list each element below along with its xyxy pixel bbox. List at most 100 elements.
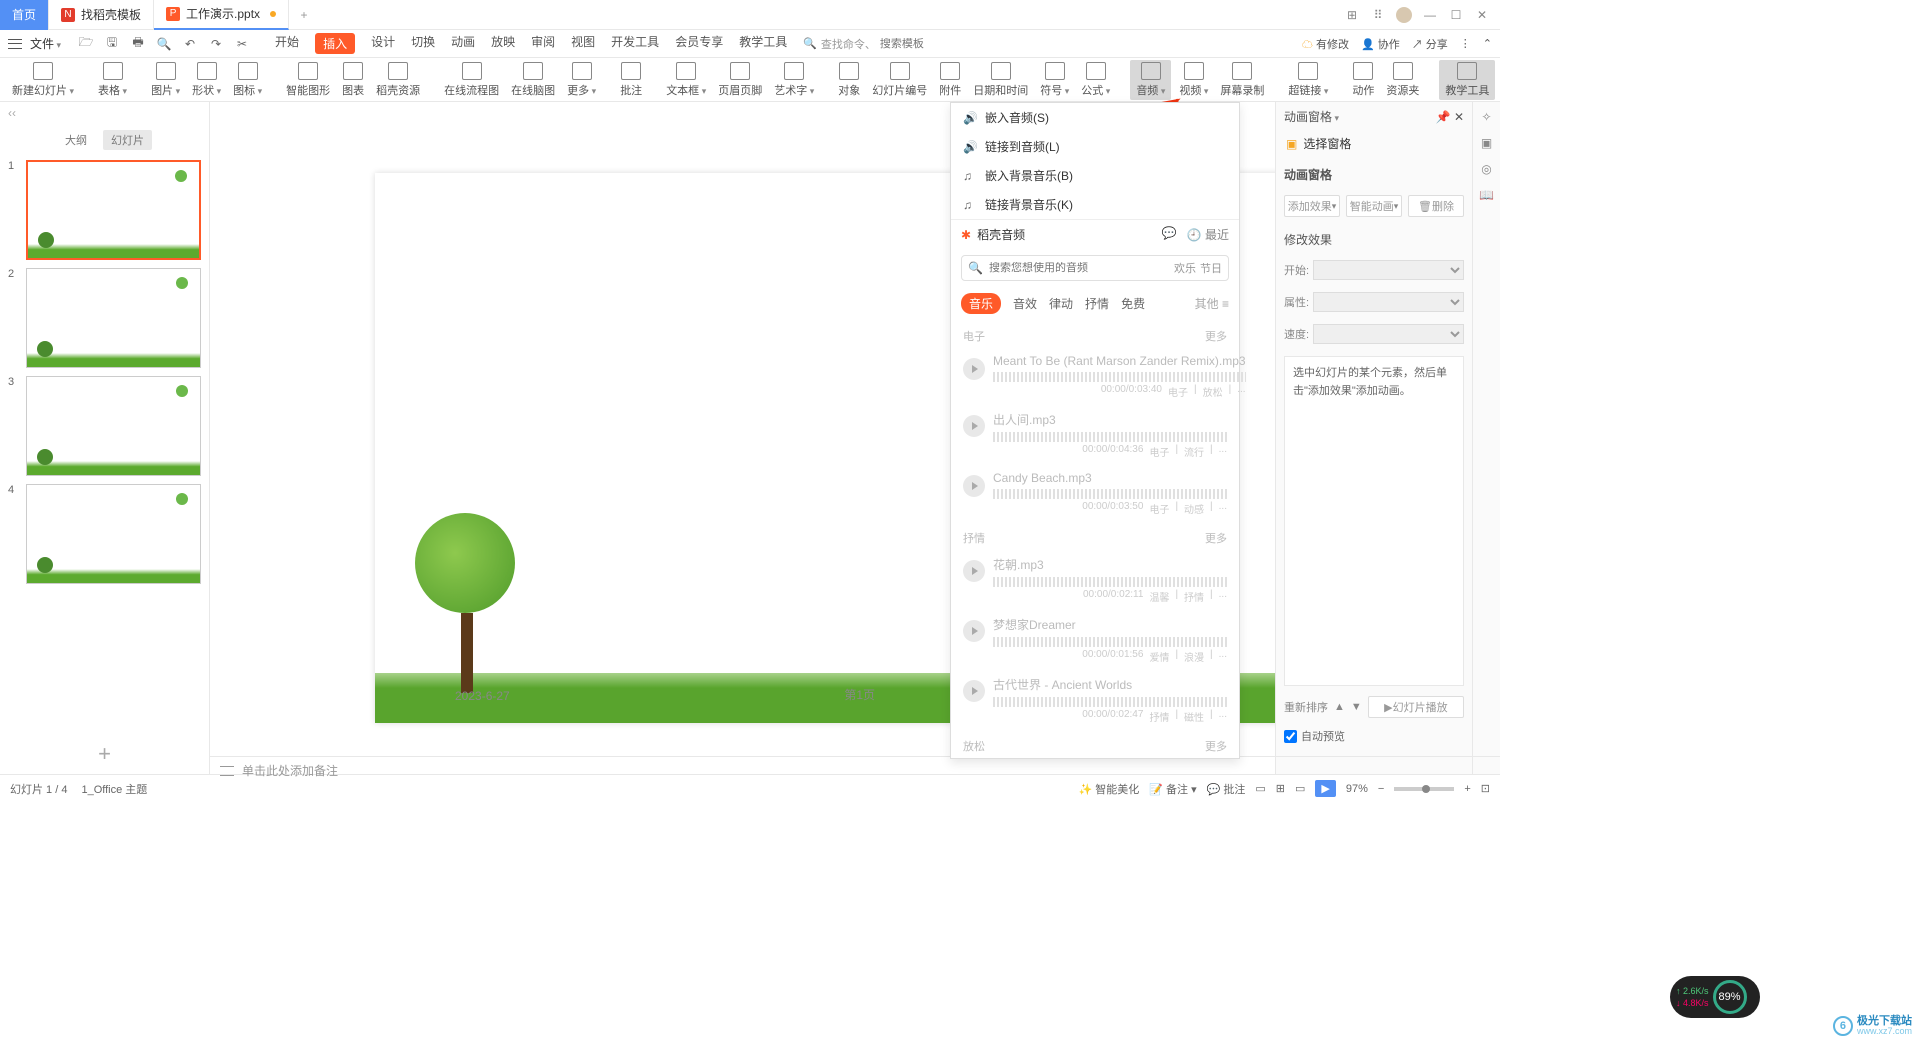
audio-cat-律动[interactable]: 律动	[1049, 295, 1073, 312]
ribbon-图片[interactable]: 图片	[147, 62, 184, 98]
layout-icon[interactable]: ⊞	[1344, 7, 1360, 23]
new-tab-button[interactable]: +	[289, 8, 319, 22]
outline-tab[interactable]: 大纲	[57, 130, 95, 150]
ribbon-文本框[interactable]: 文本框	[662, 62, 710, 98]
expand-icon[interactable]: ⌃	[1483, 37, 1492, 50]
main-tab-4[interactable]: 动画	[451, 33, 475, 54]
play-icon[interactable]	[963, 680, 985, 702]
embed-bgm-item[interactable]: ♫嵌入背景音乐(B)	[951, 161, 1239, 190]
tool-star-icon[interactable]: ✧	[1481, 110, 1491, 124]
main-tab-7[interactable]: 视图	[571, 33, 595, 54]
coop-button[interactable]: 👤 协作	[1361, 36, 1400, 52]
play-icon[interactable]	[963, 560, 985, 582]
audio-track[interactable]: 出人间.mp300:00/0:04:36电子|流行|...	[951, 405, 1239, 465]
ribbon-新建幻灯片[interactable]: 新建幻灯片	[8, 62, 78, 98]
ribbon-视频[interactable]: 视频	[1175, 62, 1212, 98]
file-menu[interactable]: 文件	[30, 35, 61, 52]
ribbon-屏幕录制[interactable]: 屏幕录制	[1216, 62, 1268, 98]
ribbon-在线流程图[interactable]: 在线流程图	[440, 62, 503, 98]
play-icon[interactable]	[963, 475, 985, 497]
play-icon[interactable]	[963, 620, 985, 642]
more-link[interactable]: 更多	[1205, 530, 1227, 546]
main-tab-5[interactable]: 放映	[491, 33, 515, 54]
audio-cat-other[interactable]: 其他 ≡	[1195, 295, 1229, 312]
audio-cat-免费[interactable]: 免费	[1121, 295, 1145, 312]
avatar-icon[interactable]	[1396, 7, 1412, 23]
audio-track[interactable]: 梦想家Dreamer00:00/0:01:56爱情|浪漫|...	[951, 610, 1239, 670]
main-tab-2[interactable]: 设计	[371, 33, 395, 54]
ribbon-图标[interactable]: 图标	[229, 62, 266, 98]
network-widget[interactable]: ↑ 2.6K/s ↓ 4.8K/s 89%	[1670, 976, 1760, 1018]
template-tab[interactable]: N 找稻壳模板	[49, 0, 154, 30]
ribbon-幻灯片编号[interactable]: 幻灯片编号	[868, 62, 931, 98]
preview-icon[interactable]: 🔍	[155, 35, 173, 53]
link-audio-item[interactable]: 🔊链接到音频(L)	[951, 132, 1239, 161]
delete-button[interactable]: 🗑 删除	[1408, 195, 1464, 217]
more-link[interactable]: 更多	[1205, 738, 1227, 754]
main-tab-6[interactable]: 审阅	[531, 33, 555, 54]
play-icon[interactable]	[963, 415, 985, 437]
audio-cat-抒情[interactable]: 抒情	[1085, 295, 1109, 312]
audio-search-input[interactable]	[989, 262, 1168, 274]
hamburger-icon[interactable]	[8, 39, 22, 49]
play-icon[interactable]	[963, 358, 985, 380]
ribbon-艺术字[interactable]: 艺术字	[770, 62, 818, 98]
collapse-icon[interactable]: ‹‹	[0, 102, 209, 124]
recent-button[interactable]: 🕘 最近	[1187, 226, 1229, 243]
add-slide-button[interactable]: +	[0, 734, 209, 774]
auto-preview-checkbox[interactable]: 自动预览	[1284, 728, 1464, 744]
audio-track[interactable]: Meant To Be (Rant Marson Zander Remix).m…	[951, 348, 1239, 405]
main-tab-3[interactable]: 切换	[411, 33, 435, 54]
audio-track[interactable]: 古代世界 - Ancient Worlds00:00/0:02:47抒情|磁性|…	[951, 670, 1239, 730]
ribbon-表格[interactable]: 表格	[94, 62, 131, 98]
ribbon-超链接[interactable]: 超链接	[1284, 62, 1332, 98]
ribbon-日期和时间[interactable]: 日期和时间	[969, 62, 1032, 98]
ribbon-形状[interactable]: 形状	[188, 62, 225, 98]
audio-cat-音乐[interactable]: 音乐	[961, 293, 1001, 314]
slide-thumb-4[interactable]	[26, 484, 201, 584]
audio-track[interactable]: Candy Beach.mp300:00/0:03:50电子|动感|...	[951, 465, 1239, 522]
ribbon-对象[interactable]: 对象	[834, 62, 864, 98]
print-icon[interactable]: 🖶	[129, 35, 147, 53]
more-link[interactable]: 更多	[1205, 328, 1227, 344]
ribbon-批注[interactable]: 批注	[616, 62, 646, 98]
slide-thumb-1[interactable]	[26, 160, 201, 260]
embed-audio-item[interactable]: 🔊嵌入音频(S)	[951, 103, 1239, 132]
ribbon-附件[interactable]: 附件	[935, 62, 965, 98]
maximize-button[interactable]: ☐	[1448, 7, 1464, 23]
pin-icon[interactable]: 📌	[1436, 110, 1451, 124]
link-bgm-item[interactable]: ♫链接背景音乐(K)	[951, 190, 1239, 219]
audio-cat-音效[interactable]: 音效	[1013, 295, 1037, 312]
slide-thumb-3[interactable]	[26, 376, 201, 476]
cut-icon[interactable]: ✂	[233, 35, 251, 53]
minimize-button[interactable]: —	[1422, 7, 1438, 23]
feedback-icon[interactable]: 💬	[1162, 226, 1177, 243]
slides-tab[interactable]: 幻灯片	[103, 130, 152, 150]
main-tab-9[interactable]: 会员专享	[675, 33, 723, 54]
ribbon-图表[interactable]: 图表	[338, 62, 368, 98]
document-tab[interactable]: P 工作演示.pptx	[154, 0, 289, 30]
start-select[interactable]	[1313, 260, 1464, 280]
main-tab-10[interactable]: 教学工具	[739, 33, 787, 54]
slide-thumb-2[interactable]	[26, 268, 201, 368]
more-icon[interactable]: ⋮	[1460, 37, 1471, 50]
ribbon-动作[interactable]: 动作	[1348, 62, 1378, 98]
zoom-label[interactable]: 97%	[1346, 783, 1368, 795]
select-pane-button[interactable]: 选择窗格	[1303, 135, 1351, 152]
home-tab[interactable]: 首页	[0, 0, 49, 30]
main-tab-8[interactable]: 开发工具	[611, 33, 659, 54]
undo-icon[interactable]: ↶	[181, 35, 199, 53]
apps-icon[interactable]: ⠿	[1370, 7, 1386, 23]
close-panel-icon[interactable]: ✕	[1454, 110, 1464, 124]
close-button[interactable]: ✕	[1474, 7, 1490, 23]
audio-search[interactable]: 🔍 欢乐 节日	[961, 255, 1229, 281]
share-button[interactable]: ↗ 分享	[1412, 36, 1448, 52]
speed-select[interactable]	[1313, 324, 1464, 344]
main-tab-0[interactable]: 开始	[275, 33, 299, 54]
audio-track[interactable]: 花朝.mp300:00/0:02:11温馨|抒情|...	[951, 550, 1239, 610]
ribbon-智能图形[interactable]: 智能图形	[282, 62, 334, 98]
pending-button[interactable]: ☁ 有修改	[1302, 36, 1349, 52]
play-slide-button[interactable]: ▶ 幻灯片播放	[1368, 696, 1464, 718]
ribbon-更多[interactable]: 更多	[563, 62, 600, 98]
ribbon-在线脑图[interactable]: 在线脑图	[507, 62, 559, 98]
